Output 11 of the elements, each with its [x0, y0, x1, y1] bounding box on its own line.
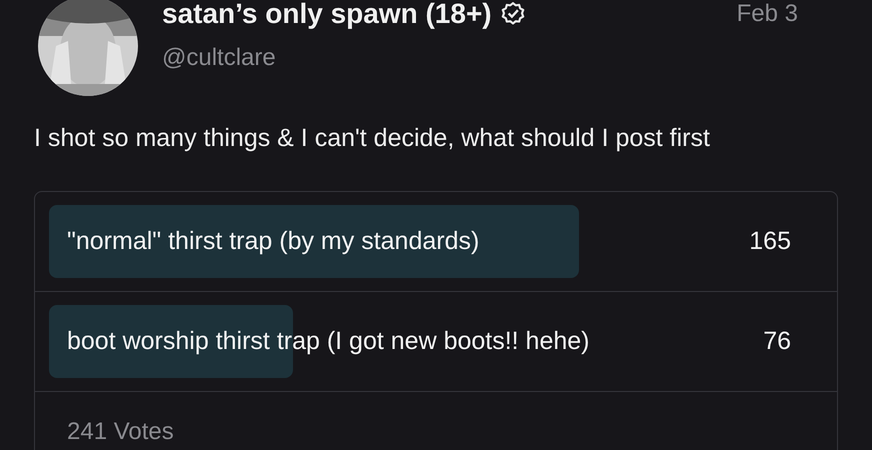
- post-text: I shot so many things & I can't decide, what should I post first: [34, 124, 711, 153]
- option-label: "normal" thirst trap (by my standards): [67, 227, 480, 256]
- vote-count: 165: [749, 227, 791, 256]
- author-handle[interactable]: @cultclare: [162, 44, 838, 72]
- poll-option[interactable]: boot worship thirst trap (I got new boots!! hehe) 76: [49, 305, 823, 378]
- option-label: boot worship thirst trap (I got new boots!! hehe): [67, 327, 590, 356]
- author-name[interactable]: satan’s only spawn (18+): [162, 0, 492, 30]
- post-date: Feb 3: [736, 0, 798, 28]
- poll-option[interactable]: "normal" thirst trap (by my standards) 165: [49, 205, 823, 278]
- total-votes: 241 Votes: [67, 418, 174, 445]
- vote-count: 76: [763, 327, 791, 356]
